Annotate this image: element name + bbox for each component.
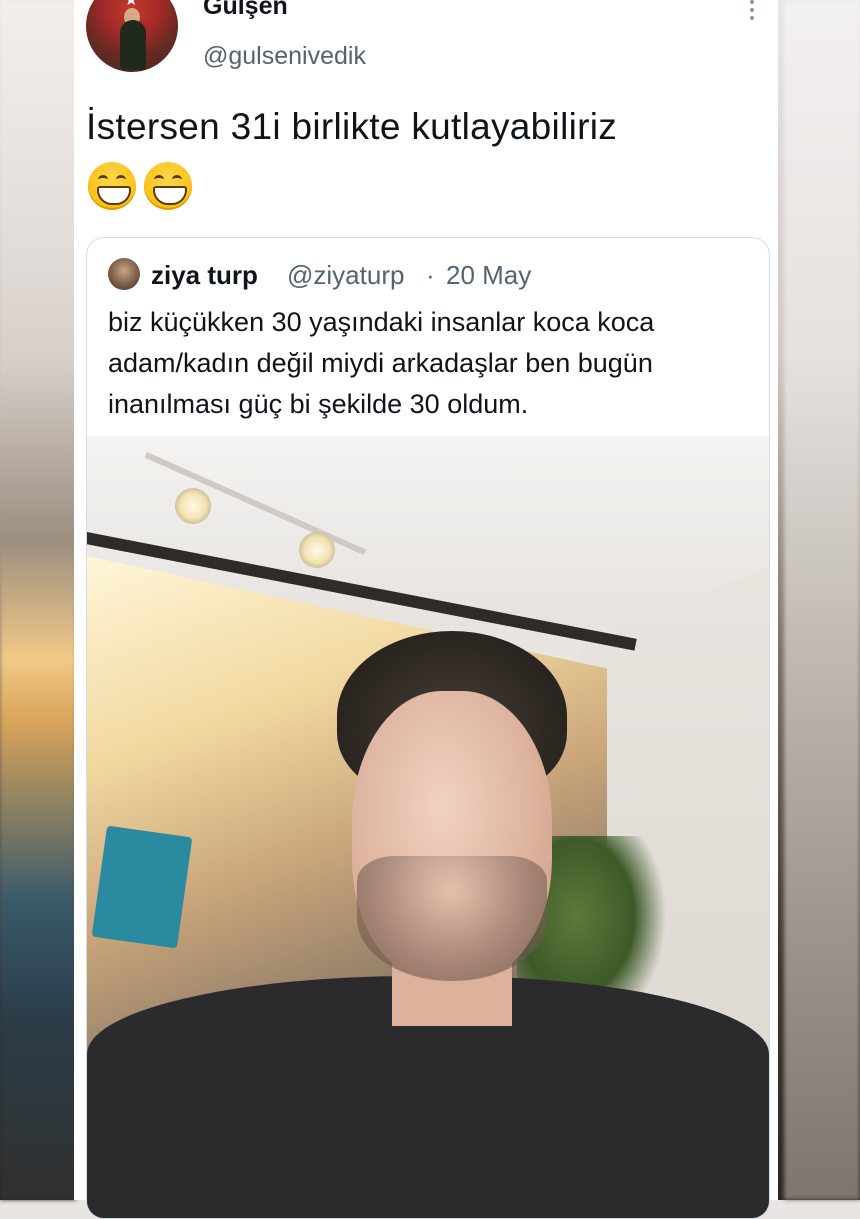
quoted-author-avatar[interactable] [108,258,140,290]
quoted-text-line: inanılması güç bi şekilde 30 oldum. [108,389,529,419]
photo-beard [357,856,547,981]
blurred-background-left [0,0,76,1200]
quoted-tweet-photo[interactable] [87,436,769,1218]
meta-separator: · [426,260,435,290]
quoted-text-line: adam/kadın değil miydi arkadaşlar ben bu… [108,348,653,378]
quoted-text-line: biz küçükken 30 yaşındaki insanlar koca … [108,307,655,337]
photo-sign [91,825,193,949]
photo-spotlight [299,532,335,568]
quoted-tweet-text: biz küçükken 30 yaşındaki insanlar koca … [108,302,758,425]
grinning-face-emoji-icon [88,162,136,210]
author-avatar[interactable]: ★ [86,0,178,72]
tweet-text: İstersen 31i birlikte kutlayabiliriz [86,106,618,147]
author-name[interactable]: Gülşen [203,0,288,21]
quoted-author-handle[interactable]: @ziyaturp [287,260,404,291]
quoted-tweet-date[interactable]: 20 May [446,260,531,291]
blurred-background-right [784,0,860,1200]
more-options-icon[interactable] [746,0,758,26]
quoted-tweet[interactable]: ziya turp @ziyaturp · 20 May biz küçükke… [86,237,770,1219]
grinning-face-emoji-icon [144,162,192,210]
author-handle[interactable]: @gulsenivedik [203,42,366,71]
tweet-card[interactable]: ★ Gülşen @gulsenivedik İstersen 31i birl… [74,0,778,1219]
quoted-author-name[interactable]: ziya turp [151,260,258,291]
avatar-figure [120,20,146,70]
photo-spotlight [175,488,211,524]
